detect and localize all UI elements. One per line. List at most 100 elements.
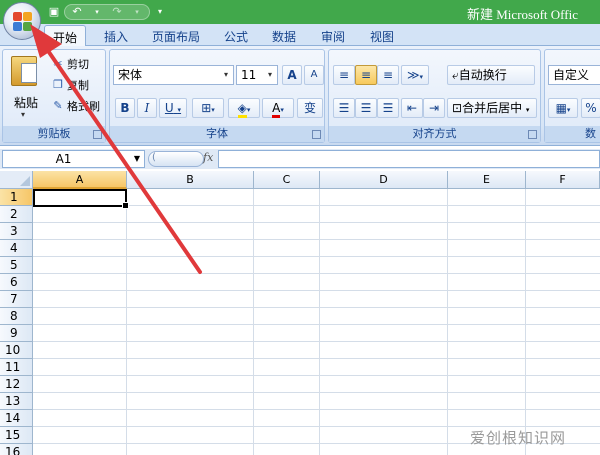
row-header-1[interactable]: 1	[0, 189, 33, 206]
align-right-icon: ☰	[382, 101, 394, 115]
shrink-font-button[interactable]: A	[304, 65, 324, 85]
row-header-5[interactable]: 5	[0, 257, 33, 274]
tab-view[interactable]: 视图	[370, 28, 394, 45]
align-middle-icon: ≡	[360, 68, 372, 82]
align-right-button[interactable]: ☰	[377, 98, 399, 118]
align-left-icon: ☰	[338, 101, 350, 115]
row-header-12[interactable]: 12	[0, 376, 33, 393]
font-name-dropdown-icon[interactable]: ▾	[219, 66, 233, 84]
gridline	[319, 189, 320, 455]
column-header-a[interactable]: A	[33, 171, 127, 189]
font-name-combo[interactable]: 宋体 ▾	[113, 65, 234, 85]
save-icon[interactable]: ▣	[46, 4, 62, 20]
italic-button[interactable]: I	[137, 98, 157, 118]
formula-pill	[148, 151, 204, 167]
office-button[interactable]	[3, 2, 41, 40]
redo-icon[interactable]: ↷	[109, 4, 125, 20]
tab-formulas[interactable]: 公式	[224, 28, 248, 45]
merge-dropdown-icon[interactable]: ▾	[526, 106, 530, 114]
orientation-dropdown-icon[interactable]: ▾	[420, 73, 424, 81]
tab-home[interactable]: 开始	[44, 25, 87, 47]
row-header-7[interactable]: 7	[0, 291, 33, 308]
column-header-d[interactable]: D	[320, 171, 448, 189]
borders-button[interactable]: ⊞▾	[192, 98, 224, 118]
clipboard-launcher-icon[interactable]	[93, 130, 102, 139]
decrease-indent-button[interactable]: ⇤	[401, 98, 423, 118]
undo-icon[interactable]: ↶	[69, 4, 85, 20]
row-header-16[interactable]: 16	[0, 444, 33, 455]
tab-insert[interactable]: 插入	[104, 28, 128, 45]
wrap-text-icon: ⤶	[452, 68, 459, 82]
percent-button[interactable]: %	[581, 98, 600, 118]
align-center-icon: ☰	[360, 101, 372, 115]
name-box-dropdown-icon[interactable]: ▼	[130, 151, 144, 167]
row-header-11[interactable]: 11	[0, 359, 33, 376]
active-cell-a1[interactable]	[33, 189, 129, 209]
formula-input[interactable]	[218, 150, 600, 168]
customize-qat-icon[interactable]: ▾	[152, 4, 168, 20]
column-header-b[interactable]: B	[127, 171, 254, 189]
column-header-f[interactable]: F	[526, 171, 600, 189]
merge-center-button[interactable]: ⊡合并后居中 ▾	[447, 98, 537, 118]
row-header-13[interactable]: 13	[0, 393, 33, 410]
row-header-15[interactable]: 15	[0, 427, 33, 444]
phonetic-button[interactable]: 变	[297, 98, 323, 118]
alignment-launcher-icon[interactable]	[528, 130, 537, 139]
row-header-6[interactable]: 6	[0, 274, 33, 291]
font-color-button[interactable]: A▾	[262, 98, 294, 118]
align-bottom-icon: ≡	[382, 68, 394, 82]
grow-font-button[interactable]: A	[282, 65, 302, 85]
orientation-button[interactable]: ≫▾	[401, 65, 429, 85]
merge-cells-icon: ⊡	[452, 101, 463, 115]
insert-function-icon[interactable]: fx	[203, 151, 213, 164]
font-size-combo[interactable]: 11 ▾	[236, 65, 278, 85]
bold-button[interactable]: B	[115, 98, 135, 118]
accounting-dropdown-icon[interactable]: ▾	[567, 106, 571, 114]
paste-icon[interactable]	[11, 56, 37, 86]
paste-dropdown-icon[interactable]: ▾	[21, 110, 25, 119]
tab-review[interactable]: 审阅	[321, 28, 345, 45]
font-color-dropdown-icon[interactable]: ▾	[280, 106, 284, 114]
align-center-button[interactable]: ☰	[355, 98, 377, 118]
row-header-14[interactable]: 14	[0, 410, 33, 427]
column-header-c[interactable]: C	[254, 171, 320, 189]
row-header-2[interactable]: 2	[0, 206, 33, 223]
copy-button[interactable]: ❐ 复制	[51, 77, 89, 93]
undo-dropdown-icon[interactable]: ▾	[89, 4, 105, 20]
underline-dropdown-icon[interactable]: ▾	[178, 106, 182, 114]
align-middle-button[interactable]: ≡	[355, 65, 377, 85]
borders-dropdown-icon[interactable]: ▾	[211, 106, 215, 114]
select-all-button[interactable]	[0, 171, 33, 189]
wrap-text-button[interactable]: ⤶自动换行	[447, 65, 535, 85]
column-header-e[interactable]: E	[448, 171, 526, 189]
fill-color-dropdown-icon[interactable]: ▾	[247, 106, 251, 114]
font-launcher-icon[interactable]	[312, 130, 321, 139]
align-top-button[interactable]: ≡	[333, 65, 355, 85]
cut-button[interactable]: ✂ 剪切	[51, 56, 89, 72]
redo-dropdown-icon[interactable]: ▾	[129, 4, 145, 20]
row-header-10[interactable]: 10	[0, 342, 33, 359]
row-header-8[interactable]: 8	[0, 308, 33, 325]
fill-color-button[interactable]: ◈▾	[228, 98, 260, 118]
underline-button[interactable]: U ▾	[159, 98, 187, 118]
name-box[interactable]: A1 ▼	[2, 150, 145, 168]
formula-grip-icon[interactable]: (	[152, 152, 156, 163]
align-left-button[interactable]: ☰	[333, 98, 355, 118]
tab-data[interactable]: 数据	[272, 28, 296, 45]
currency-icon: ▦	[555, 101, 567, 115]
increase-indent-button[interactable]: ⇥	[423, 98, 445, 118]
cell-area[interactable]	[33, 189, 600, 455]
row-header-4[interactable]: 4	[0, 240, 33, 257]
format-painter-button[interactable]: ✎ 格式刷	[51, 98, 100, 114]
accounting-format-button[interactable]: ▦▾	[548, 98, 578, 118]
tab-page-layout[interactable]: 页面布局	[152, 28, 200, 45]
font-size-dropdown-icon[interactable]: ▾	[263, 66, 277, 84]
ribbon: 粘贴 ▾ ✂ 剪切 ❐ 复制 ✎ 格式刷 剪贴板 宋体 ▾ 11 ▾ A A B…	[0, 46, 600, 146]
row-header-3[interactable]: 3	[0, 223, 33, 240]
copy-icon: ❐	[53, 78, 63, 91]
decrease-indent-icon: ⇤	[406, 101, 418, 115]
number-format-combo[interactable]: 自定义	[548, 65, 600, 85]
paste-button[interactable]: 粘贴	[14, 94, 38, 111]
align-bottom-button[interactable]: ≡	[377, 65, 399, 85]
row-header-9[interactable]: 9	[0, 325, 33, 342]
